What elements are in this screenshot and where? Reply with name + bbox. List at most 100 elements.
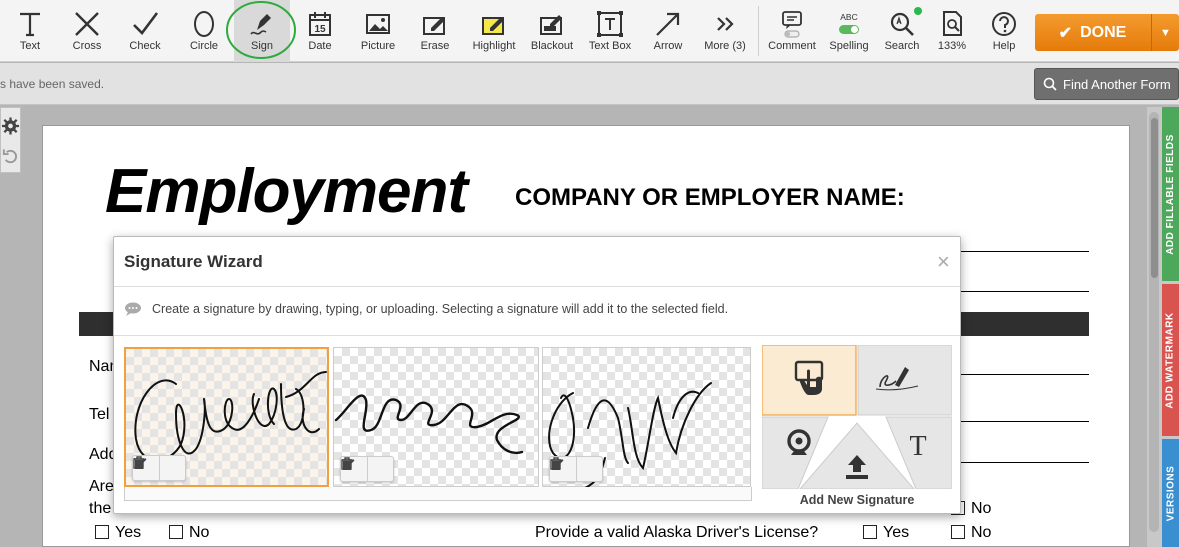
tool-spelling[interactable]: ABC Spelling [826,0,872,62]
license-no-option[interactable]: No [951,524,991,542]
tool-textbox[interactable]: Text Box [584,0,636,62]
save-status-text: s have been saved. [0,77,105,91]
delete-button[interactable] [134,456,185,480]
toolbar-separator [758,6,759,56]
dialog-info: Create a signature by drawing, typing, o… [124,302,728,316]
dialog-info-text: Create a signature by drawing, typing, o… [152,302,729,316]
tool-erase[interactable]: Erase [412,0,458,62]
status-bar: s have been saved. Find Another Form [0,63,1179,105]
tab-add-fillable-fields[interactable]: ADD FILLABLE FIELDS [1162,107,1179,281]
tool-picture-label: Picture [360,40,396,52]
check-icon: ✔ [1058,24,1073,42]
no-option[interactable]: No [169,524,209,542]
signature-slot-1[interactable] [124,347,329,487]
tel-line[interactable] [961,421,1089,422]
tab-add-watermark[interactable]: ADD WATERMARK [1162,284,1179,436]
tool-sign[interactable]: Sign [234,0,290,62]
license-yes-label: Yes [883,524,910,541]
main-toolbar: Text Cross Check Circle Sign 15 Date Pic… [0,0,1179,62]
delete-button[interactable] [551,457,602,481]
cross-icon [75,12,99,36]
tool-more-label: More (3) [704,40,746,52]
zoom-icon [943,11,962,36]
field-tel-label: Tel [89,406,110,423]
tool-highlight[interactable]: Highlight [468,0,520,62]
yes-label: Yes [115,524,142,541]
no-checkbox[interactable] [169,525,183,539]
done-dropdown-toggle[interactable]: ▼ [1151,14,1179,51]
tool-text-label: Text [19,40,41,52]
tool-comment[interactable]: Comment [766,0,818,62]
tool-search[interactable]: Search [880,0,924,62]
tool-more[interactable]: More (3) [702,0,748,62]
tool-highlight-label: Highlight [472,40,516,52]
tool-blackout-label: Blackout [530,40,574,52]
license-no-checkbox[interactable] [951,525,965,539]
check-icon [133,12,159,35]
tool-blackout[interactable]: Blackout [526,0,578,62]
tool-textbox-label: Text Box [588,40,632,52]
done-button[interactable]: ✔ DONE ▼ [1035,14,1179,51]
tool-date[interactable]: 15 Date [298,0,342,62]
draw-on-device-option[interactable] [762,345,857,416]
tool-arrow[interactable]: Arrow [646,0,690,62]
tool-search-label: Search [884,40,920,52]
tool-text[interactable]: Text [8,0,52,62]
status-dot [914,7,922,15]
yes-option[interactable]: Yes [95,524,141,542]
text-icon [20,12,40,37]
highlight-icon [482,17,504,35]
dialog-divider [114,335,960,336]
tool-check[interactable]: Check [122,0,168,62]
left-tool-strip [0,107,21,173]
tool-picture[interactable]: Picture [354,0,402,62]
signature-toolbar [132,455,186,481]
close-button[interactable]: × [937,249,950,275]
picture-icon [366,14,390,34]
trash-icon [342,457,352,470]
license-question: Provide a valid Alaska Driver's License? [535,524,819,541]
scrollbar-thumb[interactable] [1151,118,1158,278]
no-label-right: No [971,500,992,517]
delete-button[interactable] [342,457,393,481]
company-line-1 [961,251,1089,252]
field-are-label: Are [89,478,114,495]
type-t-icon: T [909,431,926,462]
document-title: Employment [105,157,468,226]
name-line[interactable] [961,374,1089,375]
tool-comment-label: Comment [768,40,816,52]
license-yes-option[interactable]: Yes [863,524,909,542]
chat-bubble-icon [125,302,141,316]
undo-icon[interactable] [1,146,20,166]
tool-zoom[interactable]: 133% [930,0,974,62]
gear-icon[interactable] [1,116,20,136]
add-signature-pad: T [762,345,952,489]
blackout-icon [540,15,562,35]
svg-text:15: 15 [314,24,326,35]
search-icon [890,12,914,36]
tool-help-label: Help [992,40,1016,52]
yes-checkbox[interactable] [95,525,109,539]
tool-arrow-label: Arrow [653,40,683,52]
signature-slot-3[interactable] [542,347,751,488]
tab-versions[interactable]: VERSIONS [1162,439,1179,547]
signature-slot-2[interactable] [333,347,539,487]
tool-circle[interactable]: Circle [182,0,226,62]
tool-cross[interactable]: Cross [64,0,110,62]
company-label: COMPANY OR EMPLOYER NAME: [515,184,905,211]
tool-zoom-label: 133% [937,40,967,52]
more-icon [717,17,734,31]
license-no-label: No [971,524,992,541]
find-another-form-button[interactable]: Find Another Form [1034,68,1179,100]
help-icon [992,12,1016,36]
tab-add-watermark-label: ADD WATERMARK [1165,311,1176,409]
draw-with-pen-option[interactable] [857,345,952,416]
address-line[interactable] [961,462,1089,463]
tool-help[interactable]: Help [982,0,1026,62]
sign-pen-icon [250,14,271,35]
arrow-icon [656,12,680,36]
signature-scroll-track[interactable] [124,487,752,501]
dialog-divider [114,286,960,287]
license-yes-checkbox[interactable] [863,525,877,539]
eraser-icon [423,17,445,35]
